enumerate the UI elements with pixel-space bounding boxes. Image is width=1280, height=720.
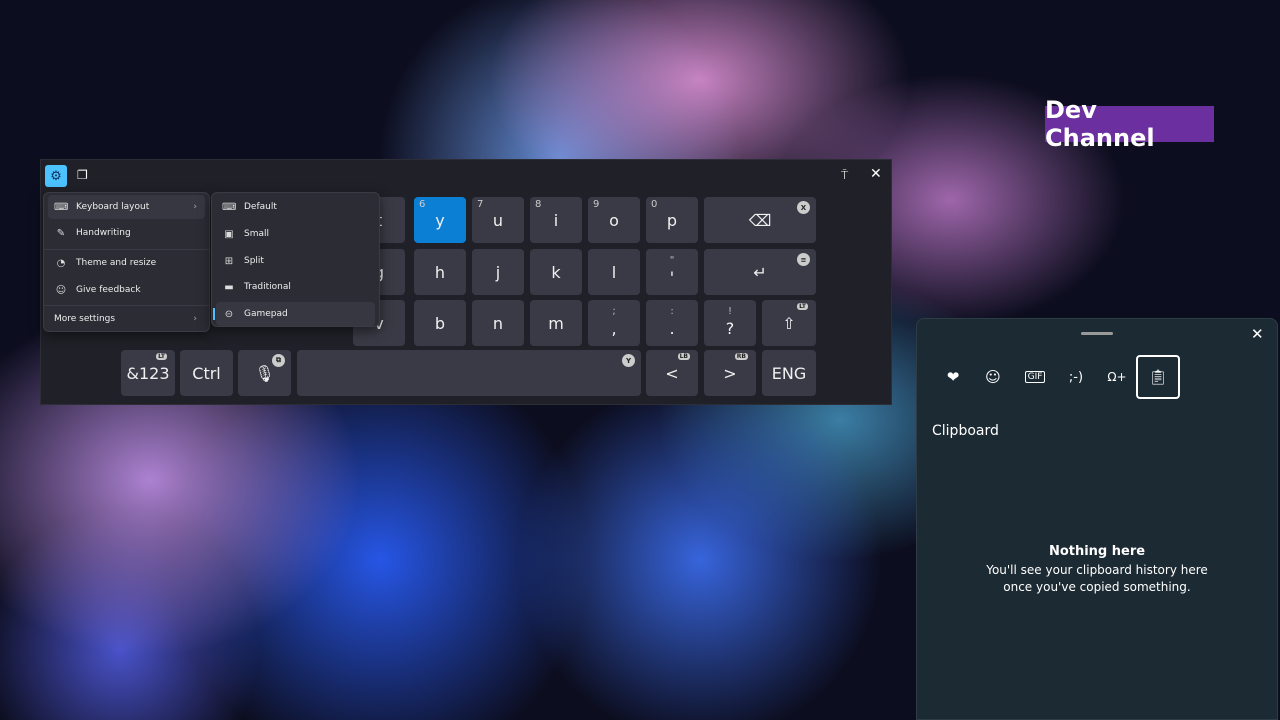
gear-icon: ⚙ xyxy=(50,168,62,184)
small-keyboard-icon: ▣ xyxy=(224,228,234,240)
key-n[interactable]: n xyxy=(472,300,524,346)
key-o[interactable]: 9o xyxy=(588,197,640,243)
shift-icon: ⇧ xyxy=(782,313,796,333)
layout-default[interactable]: ⌨ Default xyxy=(216,195,375,219)
tab-kaomoji[interactable]: ;-) xyxy=(1054,355,1098,399)
section-title: Clipboard xyxy=(932,423,999,439)
enter-icon: ↵ xyxy=(753,262,767,282)
close-button[interactable]: ✕ xyxy=(1251,325,1264,343)
layout-traditional[interactable]: ▬ Traditional xyxy=(216,275,375,299)
divider xyxy=(44,305,209,306)
emoji-favorites-icon: ❤ xyxy=(946,368,960,386)
clipboard-panel: ✕ ❤ ☺ GIF ;-) Ω+ 📋︎ Clipboard Nothing he… xyxy=(916,318,1278,720)
divider xyxy=(44,249,209,250)
close-icon: ✕ xyxy=(1251,325,1264,343)
close-button[interactable]: ✕ xyxy=(870,166,882,182)
gamepad-icon: ⊝ xyxy=(224,308,234,320)
key-p[interactable]: 0p xyxy=(646,197,698,243)
empty-text: You'll see your clipboard history here o… xyxy=(986,563,1208,594)
tab-gif[interactable]: GIF xyxy=(1013,355,1057,399)
settings-button[interactable]: ⚙ xyxy=(45,165,67,187)
layout-submenu: ⌨ Default ▣ Small ⊞ Split ▬ Traditional ⊝ Gam… xyxy=(211,192,380,327)
key-y[interactable]: 6y xyxy=(414,197,466,243)
close-icon: ✕ xyxy=(870,166,882,182)
emoji-clipboard-button[interactable]: ❐ xyxy=(77,168,88,182)
key-left[interactable]: < LB xyxy=(646,350,698,396)
menu-item-keyboard-layout[interactable]: ⌨ Keyboard layout › xyxy=(48,195,205,219)
key-enter[interactable]: ↵ ≡ xyxy=(704,249,816,295)
chevron-right-icon: › xyxy=(193,314,197,324)
menu-item-more-settings[interactable]: More settings › xyxy=(48,307,205,331)
key-u[interactable]: 7u xyxy=(472,197,524,243)
key-comma[interactable]: ;, xyxy=(588,300,640,346)
key-symbols[interactable]: &123 LT xyxy=(121,350,175,396)
menu-item-feedback[interactable]: ☺ Give feedback xyxy=(48,278,205,302)
symbols-icon: Ω+ xyxy=(1107,370,1127,384)
key-space[interactable]: Y xyxy=(297,350,641,396)
feedback-icon: ☺ xyxy=(55,284,67,296)
layout-small[interactable]: ▣ Small xyxy=(216,222,375,246)
backspace-icon: ⌫ xyxy=(748,210,772,230)
key-j[interactable]: j xyxy=(472,249,524,295)
dock-button[interactable]: ⍑ xyxy=(841,168,848,183)
gif-icon: GIF xyxy=(1024,371,1046,383)
dock-icon: ⍑ xyxy=(841,168,849,182)
clipboard-icon: 📋︎ xyxy=(1148,368,1168,386)
key-h[interactable]: h xyxy=(414,249,466,295)
keyboard-icon: ⌨ xyxy=(54,201,69,213)
traditional-keyboard-icon: ▬ xyxy=(224,281,234,293)
kaomoji-icon: ;-) xyxy=(1068,369,1084,385)
keyboard-icon: ⌨ xyxy=(222,201,237,213)
key-period[interactable]: :. xyxy=(646,300,698,346)
menu-item-theme[interactable]: ◔ Theme and resize xyxy=(48,251,205,275)
tab-symbols[interactable]: Ω+ xyxy=(1095,355,1139,399)
tab-favorites[interactable]: ❤ xyxy=(931,355,975,399)
menu-item-handwriting[interactable]: ✎ Handwriting xyxy=(48,221,205,245)
layout-gamepad[interactable]: ⊝ Gamepad xyxy=(213,302,375,326)
key-language[interactable]: ENG xyxy=(762,350,816,396)
palette-icon: ◔ xyxy=(56,257,66,269)
key-right[interactable]: > RB xyxy=(704,350,756,396)
key-m[interactable]: m xyxy=(530,300,582,346)
key-quote[interactable]: " ' xyxy=(646,249,698,295)
layout-split[interactable]: ⊞ Split xyxy=(216,249,375,273)
microphone-icon: 🎙︎ xyxy=(254,363,275,383)
handwriting-icon: ✎ xyxy=(56,227,66,239)
tab-emoji[interactable]: ☺ xyxy=(971,355,1015,399)
key-b[interactable]: b xyxy=(414,300,466,346)
key-l[interactable]: l xyxy=(588,249,640,295)
key-i[interactable]: 8i xyxy=(530,197,582,243)
key-question[interactable]: !? xyxy=(704,300,756,346)
chevron-right-icon: › xyxy=(193,202,197,212)
tab-clipboard[interactable]: 📋︎ xyxy=(1136,355,1180,399)
emoji-icon: ☺ xyxy=(985,368,1001,386)
key-shift[interactable]: ⇧ LT xyxy=(762,300,816,346)
drag-handle[interactable] xyxy=(1081,332,1113,335)
settings-menu: ⌨ Keyboard layout › ✎ Handwriting ◔ Theme an… xyxy=(43,192,210,332)
empty-title: Nothing here xyxy=(1048,544,1146,559)
key-ctrl[interactable]: Ctrl xyxy=(180,350,233,396)
key-k[interactable]: k xyxy=(530,249,582,295)
selection-indicator xyxy=(213,308,215,320)
key-microphone[interactable]: 🎙︎ ⧉ xyxy=(238,350,291,396)
split-keyboard-icon: ⊞ xyxy=(224,255,234,267)
dev-channel-watermark: Dev Channel xyxy=(1045,96,1214,152)
emoji-clipboard-icon: ❐ xyxy=(77,168,88,182)
key-backspace[interactable]: ⌫ X xyxy=(704,197,816,243)
